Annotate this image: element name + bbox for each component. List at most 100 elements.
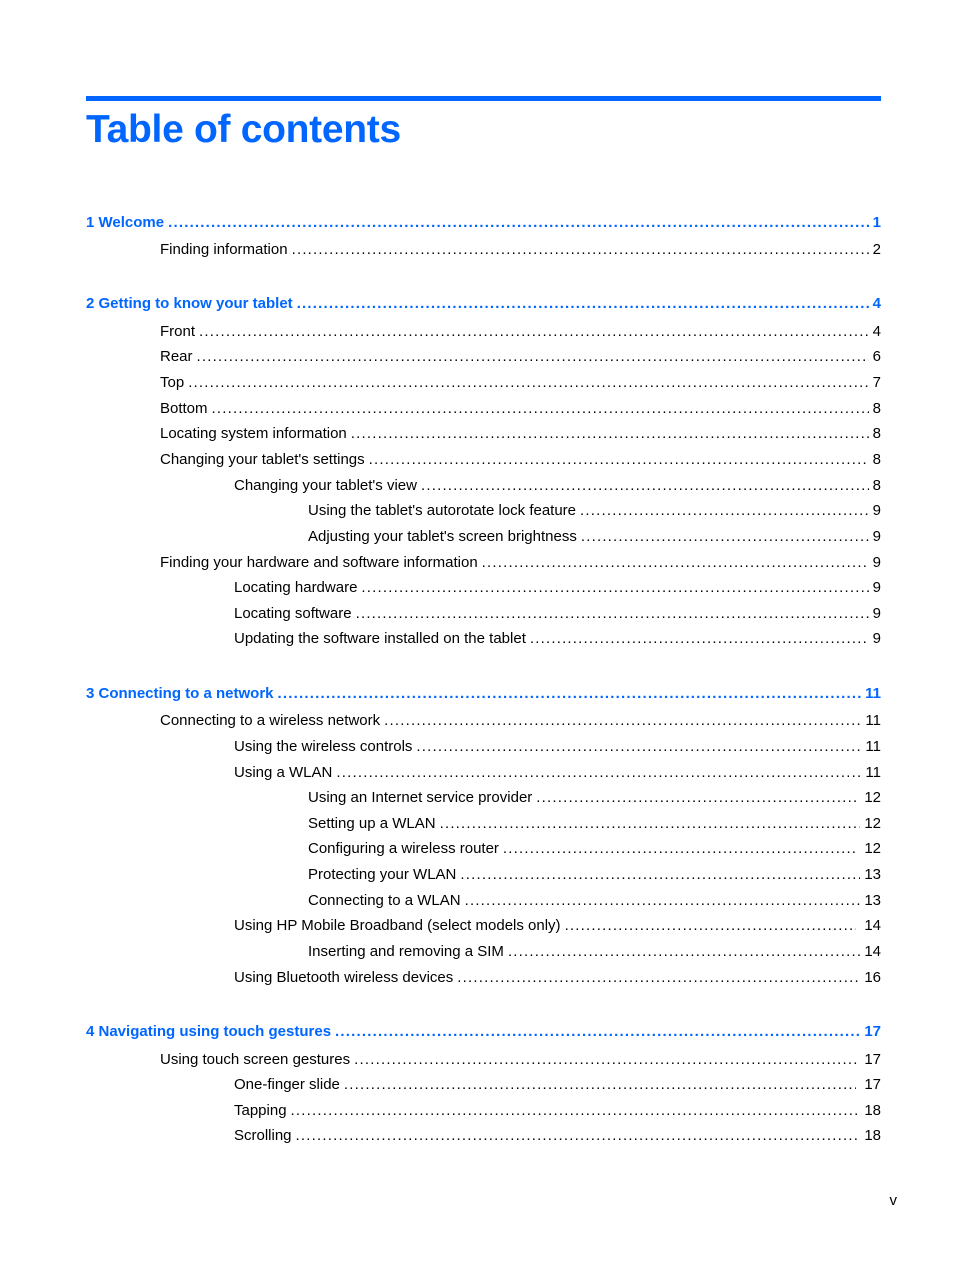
toc-entry-label: 1 Welcome [86,214,165,231]
toc-entry[interactable]: Bottom 8 [160,399,881,419]
toc-page-number: 9 [872,630,881,647]
dot-leader [580,501,869,521]
toc-entry-label: 2 Getting to know your tablet [86,295,293,312]
toc-page-number: 13 [864,892,881,909]
toc-page-number: 9 [872,502,881,519]
toc-entry[interactable]: Scrolling 18 [234,1126,881,1146]
toc-entry[interactable]: Connecting to a WLAN 13 [308,891,881,911]
toc-page-number: 12 [864,840,881,857]
dot-leader [188,373,868,393]
toc-page-number: 9 [872,528,881,545]
dot-leader [457,968,860,988]
toc-entry[interactable]: Updating the software installed on the t… [234,629,881,649]
dot-leader [344,1075,856,1095]
dot-leader [421,476,869,496]
toc-entry[interactable]: Using Bluetooth wireless devices 16 [234,968,881,988]
toc-entry-label: Inserting and removing a SIM [308,943,504,960]
toc-page-number: 16 [864,969,881,986]
toc-entry-label: Using the wireless controls [234,738,413,755]
toc-chapter[interactable]: 3 Connecting to a network 11 [86,684,881,704]
toc-page-number: 9 [872,605,881,622]
toc-page-number: 4 [872,295,881,312]
toc-entry-label: Front [160,323,196,340]
toc-entry-label: Changing your tablet's view [234,477,417,494]
toc-entry-label: Using a WLAN [234,764,333,781]
toc-entry-label: Top [160,374,185,391]
toc-entry[interactable]: Finding your hardware and software infor… [160,553,881,573]
toc-entry[interactable]: Using the tablet's autorotate lock featu… [308,501,881,521]
toc-entry[interactable]: Tapping 18 [234,1101,881,1121]
toc-page-number: 17 [864,1076,881,1093]
toc-entry-label: Using Bluetooth wireless devices [234,969,454,986]
toc-page-number: 18 [864,1127,881,1144]
toc-page-number: 11 [865,764,881,781]
toc-page-number: 14 [864,943,881,960]
toc-page-number: 17 [864,1023,881,1040]
toc-entry[interactable]: Connecting to a wireless network 11 [160,711,881,731]
dot-leader [508,942,860,962]
toc-entry-label: Rear [160,348,193,365]
toc-entry[interactable]: Finding information 2 [160,240,881,260]
toc-entry-label: Finding your hardware and software infor… [160,554,478,571]
toc-entry-label: Protecting your WLAN [308,866,457,883]
toc-entry[interactable]: Using HP Mobile Broadband (select models… [234,916,881,936]
dot-leader [565,916,857,936]
dot-leader [530,629,869,649]
toc-chapter[interactable]: 1 Welcome 1 [86,213,881,233]
toc-page-number: 12 [864,789,881,806]
toc-entry[interactable]: Inserting and removing a SIM 14 [308,942,881,962]
toc-page-number: 14 [864,917,881,934]
toc-entry[interactable]: Top 7 [160,373,881,393]
toc-entry[interactable]: Setting up a WLAN 12 [308,814,881,834]
toc-page-number: 8 [872,400,881,417]
toc-entry-label: Connecting to a WLAN [308,892,461,909]
toc-entry-label: One-finger slide [234,1076,340,1093]
toc-page-number: 17 [864,1051,881,1068]
toc-entry[interactable]: Changing your tablet's view 8 [234,476,881,496]
dot-leader [351,424,869,444]
toc-entry[interactable]: Using an Internet service provider 12 [308,788,881,808]
dot-leader [199,322,869,342]
toc-entry[interactable]: Locating software 9 [234,604,881,624]
toc-entry[interactable]: Adjusting your tablet's screen brightnes… [308,527,881,547]
toc-entry[interactable]: Using a WLAN 11 [234,763,881,783]
toc-page-number: 7 [872,374,881,391]
dot-leader [212,399,869,419]
toc-page-number: 2 [872,241,881,258]
toc-page-number: 6 [872,348,881,365]
toc-entry-label: 4 Navigating using touch gestures [86,1023,332,1040]
toc-page-number: 12 [864,815,881,832]
toc-page-number: 9 [872,579,881,596]
dot-leader [384,711,861,731]
dot-leader [460,865,860,885]
dot-leader [416,737,861,757]
toc-entry[interactable]: Front 4 [160,322,881,342]
toc-entry[interactable]: Using touch screen gestures 17 [160,1050,881,1070]
toc-entry[interactable]: Configuring a wireless router 12 [308,839,881,859]
dot-leader [292,240,869,260]
toc-page-number: 11 [865,685,881,702]
toc-chapter[interactable]: 2 Getting to know your tablet 4 [86,294,881,314]
dot-leader [369,450,869,470]
toc-entry[interactable]: One-finger slide 17 [234,1075,881,1095]
toc-entry-label: Using an Internet service provider [308,789,533,806]
toc-entry[interactable]: Changing your tablet's settings 8 [160,450,881,470]
toc-page-number: 18 [864,1102,881,1119]
toc-entry-label: Configuring a wireless router [308,840,499,857]
toc-chapter[interactable]: 4 Navigating using touch gestures 17 [86,1022,881,1042]
toc-entry[interactable]: Locating system information 8 [160,424,881,444]
toc-entry-label: Using HP Mobile Broadband (select models… [234,917,561,934]
toc-entry[interactable]: Protecting your WLAN 13 [308,865,881,885]
dot-leader [336,763,861,783]
toc-page-number: 11 [865,712,881,729]
toc-entry[interactable]: Using the wireless controls 11 [234,737,881,757]
toc-entry-label: Connecting to a wireless network [160,712,381,729]
toc-entry[interactable]: Rear 6 [160,347,881,367]
toc-entry[interactable]: Locating hardware 9 [234,578,881,598]
dot-leader [356,604,869,624]
dot-leader [354,1050,860,1070]
page-folio: v [889,1192,898,1209]
dot-leader [482,553,869,573]
toc-entry-label: Locating software [234,605,352,622]
dot-leader [465,891,861,911]
